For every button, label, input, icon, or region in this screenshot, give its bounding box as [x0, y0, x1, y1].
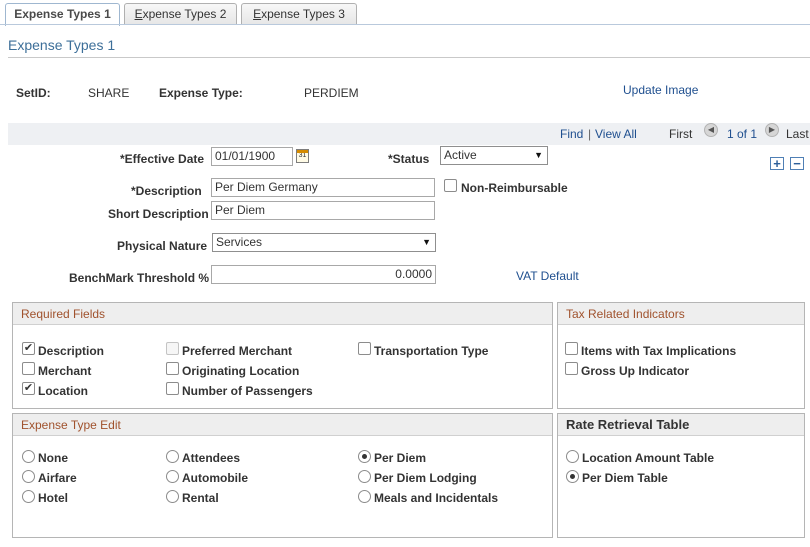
calendar-icon[interactable]: 31: [296, 149, 309, 163]
setid-label: SetID:: [16, 86, 51, 100]
location-required-label: Location: [38, 384, 88, 398]
required-fields-group: Required Fields ✔ Description Merchant ✔…: [12, 302, 553, 409]
add-row-icon[interactable]: +: [770, 157, 784, 170]
preferred-merchant-checkbox: [166, 342, 179, 355]
gross-up-checkbox[interactable]: [565, 362, 578, 375]
tab-underline: [0, 24, 810, 25]
description-input[interactable]: Per Diem Germany: [211, 178, 435, 197]
status-value: Active: [444, 148, 477, 162]
expense-type-edit-header: Expense Type Edit: [13, 414, 552, 436]
page-title: Expense Types 1: [8, 37, 116, 53]
automobile-radio[interactable]: [166, 470, 179, 483]
transportation-type-checkbox[interactable]: [358, 342, 371, 355]
effective-date-input[interactable]: 01/01/1900: [211, 147, 293, 166]
find-link[interactable]: Find: [560, 127, 583, 141]
non-reimbursable-checkbox[interactable]: [444, 179, 457, 192]
merchant-required-checkbox[interactable]: [22, 362, 35, 375]
rental-label: Rental: [182, 491, 219, 505]
required-fields-header: Required Fields: [13, 303, 552, 325]
effective-date-label: *Effective Date: [120, 152, 205, 166]
attendees-label: Attendees: [182, 451, 241, 465]
none-radio[interactable]: [22, 450, 35, 463]
short-description-label: Short Description: [108, 207, 209, 221]
status-select[interactable]: Active ▼: [440, 146, 548, 165]
tab-expense-types-2[interactable]: Expense Types 2: [124, 3, 237, 25]
physical-nature-value: Services: [216, 235, 263, 249]
benchmark-threshold-input[interactable]: 0.0000: [211, 265, 436, 284]
nav-separator: |: [588, 127, 592, 141]
originating-location-checkbox[interactable]: [166, 362, 179, 375]
transportation-type-label: Transportation Type: [374, 344, 489, 358]
hotel-radio[interactable]: [22, 490, 35, 503]
tab-bar: Expense Types 1 Expense Types 2 Expense …: [0, 0, 810, 26]
tab-label: xpense Types 2: [142, 7, 227, 21]
hotel-label: Hotel: [38, 491, 68, 505]
tab-expense-types-3[interactable]: Expense Types 3: [241, 3, 357, 25]
last-label: Last: [786, 127, 809, 141]
location-amount-table-label: Location Amount Table: [582, 451, 714, 465]
tab-label: xpense Types 3: [261, 7, 345, 21]
setid-value: SHARE: [88, 86, 130, 100]
meals-incidentals-label: Meals and Incidentals: [374, 491, 499, 505]
merchant-required-label: Merchant: [38, 364, 92, 378]
view-all-link[interactable]: View All: [595, 127, 637, 141]
non-reimbursable-label: Non-Reimbursable: [461, 181, 568, 195]
location-required-checkbox[interactable]: ✔: [22, 382, 35, 395]
per-diem-label: Per Diem: [374, 451, 427, 465]
tax-implications-label: Items with Tax Implications: [581, 344, 737, 358]
title-divider: [8, 57, 810, 58]
description-label: *Description: [131, 184, 202, 198]
tax-implications-checkbox[interactable]: [565, 342, 578, 355]
per-diem-table-radio[interactable]: [566, 470, 579, 483]
number-of-passengers-checkbox[interactable]: [166, 382, 179, 395]
expense-type-label: Expense Type:: [159, 86, 243, 100]
gross-up-label: Gross Up Indicator: [581, 364, 690, 378]
rate-retrieval-group: Rate Retrieval Table Location Amount Tab…: [557, 413, 805, 538]
tab-accesskey: E: [253, 7, 262, 21]
tab-accesskey: E: [134, 7, 143, 21]
dropdown-arrow-icon: ▼: [534, 150, 543, 160]
airfare-label: Airfare: [38, 471, 77, 485]
vat-default-link[interactable]: VAT Default: [516, 269, 579, 283]
rental-radio[interactable]: [166, 490, 179, 503]
airfare-radio[interactable]: [22, 470, 35, 483]
row-range: 1 of 1: [727, 127, 758, 141]
status-label: *Status: [388, 152, 430, 166]
per-diem-table-label: Per Diem Table: [582, 471, 668, 485]
next-row-icon[interactable]: ▶: [765, 123, 779, 137]
expense-type-value: PERDIEM: [304, 86, 359, 100]
first-label: First: [669, 127, 693, 141]
location-amount-table-radio[interactable]: [566, 450, 579, 463]
physical-nature-label: Physical Nature: [117, 239, 208, 253]
none-label: None: [38, 451, 68, 465]
tax-indicators-group: Tax Related Indicators Items with Tax Im…: [557, 302, 805, 409]
per-diem-lodging-radio[interactable]: [358, 470, 371, 483]
dropdown-arrow-icon: ▼: [422, 237, 431, 247]
tax-indicators-header: Tax Related Indicators: [558, 303, 804, 325]
update-image-link[interactable]: Update Image: [623, 83, 698, 97]
automobile-label: Automobile: [182, 471, 248, 485]
per-diem-lodging-label: Per Diem Lodging: [374, 471, 477, 485]
number-of-passengers-label: Number of Passengers: [182, 384, 313, 398]
short-description-input[interactable]: Per Diem: [211, 201, 435, 220]
delete-row-icon[interactable]: −: [790, 157, 804, 170]
previous-row-icon[interactable]: ◀: [704, 123, 718, 137]
originating-location-label: Originating Location: [182, 364, 300, 378]
rate-retrieval-header: Rate Retrieval Table: [558, 414, 804, 436]
tab-expense-types-1[interactable]: Expense Types 1: [5, 3, 120, 26]
expense-type-edit-group: Expense Type Edit None Airfare Hotel Att…: [12, 413, 553, 538]
description-required-label: Description: [38, 344, 105, 358]
meals-incidentals-radio[interactable]: [358, 490, 371, 503]
attendees-radio[interactable]: [166, 450, 179, 463]
description-required-checkbox[interactable]: ✔: [22, 342, 35, 355]
per-diem-radio[interactable]: [358, 450, 371, 463]
benchmark-threshold-label: BenchMark Threshold %: [69, 271, 210, 285]
physical-nature-select[interactable]: Services ▼: [212, 233, 436, 252]
preferred-merchant-label: Preferred Merchant: [182, 344, 293, 358]
